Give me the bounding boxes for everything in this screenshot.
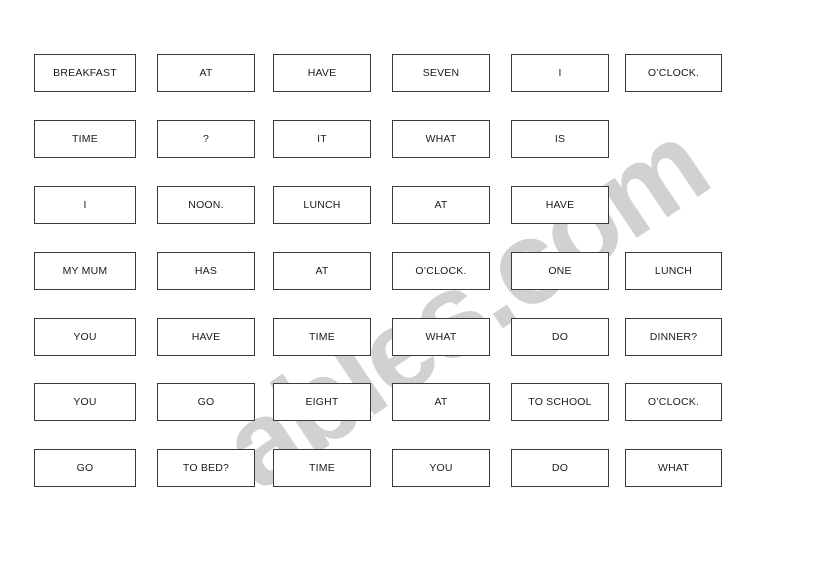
word-card[interactable]: I	[34, 186, 136, 224]
word-card[interactable]: AT	[157, 54, 255, 92]
word-card[interactable]: HAVE	[273, 54, 371, 92]
worksheet-page: ables.com BREAKFAST AT HAVE SEVEN I O’CLOCK. T…	[0, 0, 821, 581]
word-card[interactable]: HAVE	[157, 318, 255, 356]
word-card[interactable]: SEVEN	[392, 54, 490, 92]
word-card[interactable]: O’CLOCK.	[625, 54, 722, 92]
word-card[interactable]: YOU	[34, 383, 136, 421]
word-card[interactable]: O’CLOCK.	[625, 383, 722, 421]
word-card[interactable]: IT	[273, 120, 371, 158]
word-card[interactable]: AT	[273, 252, 371, 290]
word-card[interactable]: GO	[157, 383, 255, 421]
word-card[interactable]: HAS	[157, 252, 255, 290]
word-card[interactable]: AT	[392, 383, 490, 421]
word-card[interactable]: WHAT	[392, 120, 490, 158]
word-card-grid: BREAKFAST AT HAVE SEVEN I O’CLOCK. TIME? IT WHAT…	[0, 0, 821, 581]
word-card[interactable]: AT	[392, 186, 490, 224]
word-card[interactable]: TIME	[273, 449, 371, 487]
word-card[interactable]: O’CLOCK.	[392, 252, 490, 290]
word-card-row-7: GO TO BED? TIME YOU DO WHAT	[0, 449, 821, 487]
word-card[interactable]: LUNCH	[625, 252, 722, 290]
word-card-row-5: YOU HAVE TIME WHAT DO DINNER?	[0, 318, 821, 356]
word-card[interactable]: NOON.	[157, 186, 255, 224]
word-card[interactable]: TO BED?	[157, 449, 255, 487]
word-card-row-4: MY MUM HAS AT O’CLOCK. ONE LUNCH	[0, 252, 821, 290]
word-card[interactable]: IS	[511, 120, 609, 158]
word-card[interactable]: TIME	[273, 318, 371, 356]
word-card[interactable]: I	[511, 54, 609, 92]
word-card-row-1: BREAKFAST AT HAVE SEVEN I O’CLOCK.	[0, 54, 821, 92]
word-card[interactable]: WHAT	[392, 318, 490, 356]
word-card[interactable]: HAVE	[511, 186, 609, 224]
word-card-row-2: TIME? IT WHAT IS	[0, 120, 821, 158]
word-card[interactable]: EIGHT	[273, 383, 371, 421]
word-card[interactable]: LUNCH	[273, 186, 371, 224]
word-card[interactable]: WHAT	[625, 449, 722, 487]
word-card[interactable]: YOU	[34, 318, 136, 356]
word-card[interactable]: GO	[34, 449, 136, 487]
word-card[interactable]: BREAKFAST	[34, 54, 136, 92]
word-card[interactable]: MY MUM	[34, 252, 136, 290]
word-card-row-6: YOU GO EIGHT AT TO SCHOOL O’CLOCK.	[0, 383, 821, 421]
word-card[interactable]: TO SCHOOL	[511, 383, 609, 421]
word-card[interactable]: DO	[511, 318, 609, 356]
word-card[interactable]: ONE	[511, 252, 609, 290]
word-card[interactable]: ?	[157, 120, 255, 158]
word-card[interactable]: YOU	[392, 449, 490, 487]
word-card-row-3: I NOON. LUNCH AT HAVE	[0, 186, 821, 224]
word-card[interactable]: DINNER?	[625, 318, 722, 356]
word-card[interactable]: DO	[511, 449, 609, 487]
word-card[interactable]: TIME	[34, 120, 136, 158]
